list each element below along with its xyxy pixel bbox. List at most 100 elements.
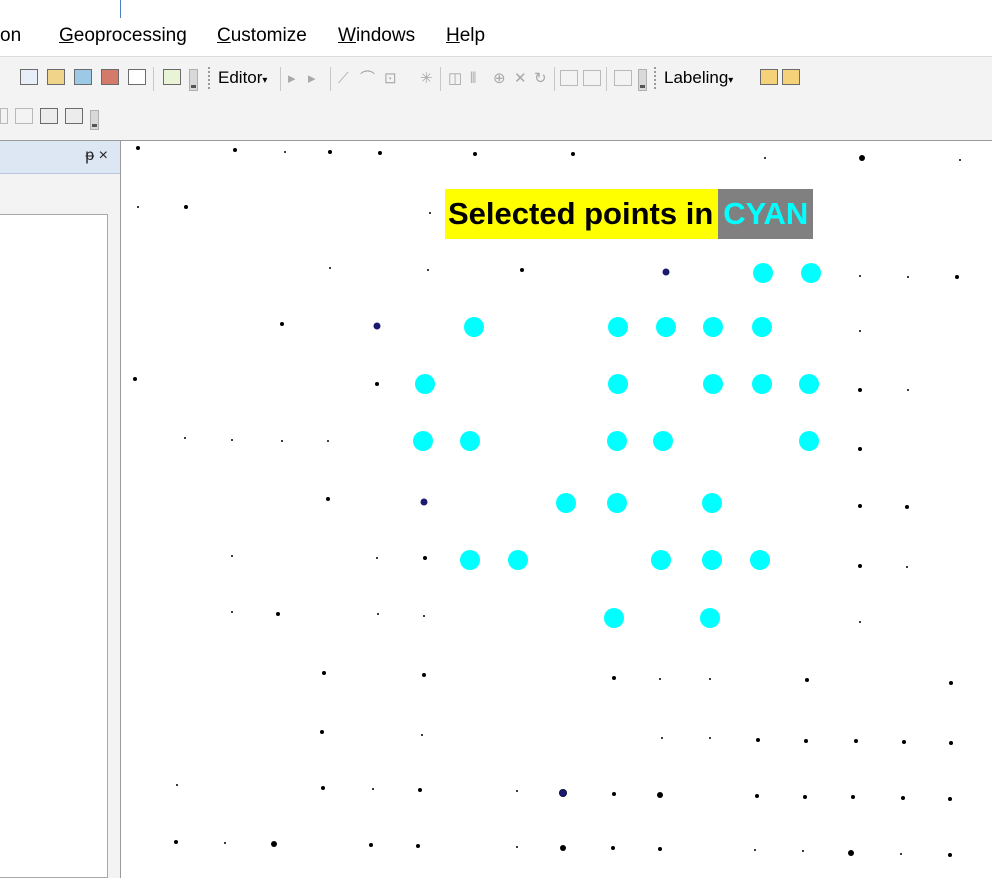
map-point[interactable] (859, 621, 861, 623)
map-point[interactable] (612, 792, 616, 796)
map-point[interactable] (959, 159, 961, 161)
map-point[interactable] (848, 850, 854, 856)
map-point[interactable] (802, 850, 804, 852)
selected-map-point[interactable] (703, 317, 723, 337)
map-point[interactable] (859, 155, 865, 161)
map-point[interactable] (369, 843, 373, 847)
map-point[interactable] (421, 734, 423, 736)
map-point[interactable] (906, 566, 908, 568)
map-point[interactable] (900, 853, 902, 855)
map-point[interactable] (429, 212, 431, 214)
map-point[interactable] (949, 681, 953, 685)
map-point[interactable] (803, 795, 807, 799)
map-point[interactable] (657, 792, 663, 798)
create-features-icon[interactable] (614, 70, 632, 86)
map-view[interactable]: Selected points in CYAN (121, 141, 992, 878)
toolbar-options-grip[interactable] (638, 69, 647, 91)
map-point[interactable] (321, 786, 325, 790)
selected-map-point[interactable] (656, 317, 676, 337)
selected-map-point[interactable] (508, 550, 528, 570)
selected-map-point[interactable] (607, 493, 627, 513)
map-point[interactable] (858, 564, 862, 568)
map-point[interactable] (326, 497, 330, 501)
selected-map-point[interactable] (608, 374, 628, 394)
selected-map-point[interactable] (752, 374, 772, 394)
map-point[interactable] (327, 440, 329, 442)
map-point[interactable] (231, 439, 233, 441)
reshape-feature-icon[interactable]: ⫴ (470, 71, 476, 87)
selected-map-point[interactable] (464, 317, 484, 337)
map-point[interactable] (133, 377, 137, 381)
map-point[interactable] (231, 611, 233, 613)
python-window-icon[interactable] (128, 69, 146, 85)
pin-icon[interactable]: ᵽ (85, 147, 94, 164)
selected-map-point[interactable] (607, 431, 627, 451)
map-point[interactable] (858, 447, 862, 451)
map-point[interactable] (423, 615, 425, 617)
map-point[interactable] (709, 737, 711, 739)
map-point[interactable] (851, 795, 855, 799)
map-point[interactable] (378, 151, 382, 155)
map-point[interactable] (418, 788, 422, 792)
map-point[interactable] (280, 322, 284, 326)
menu-item-geoprocessing[interactable]: Geoprocessing (59, 25, 187, 47)
selected-map-point[interactable] (413, 431, 433, 451)
map-point[interactable] (764, 157, 766, 159)
print-icon[interactable] (40, 108, 58, 124)
page-setup-icon[interactable] (65, 108, 83, 124)
map-point[interactable] (560, 845, 566, 851)
map-point[interactable] (755, 794, 759, 798)
cut-polygons-icon[interactable]: ⊕ (493, 71, 506, 87)
map-point[interactable] (271, 841, 277, 847)
map-point[interactable] (422, 673, 426, 677)
map-point[interactable] (473, 152, 477, 156)
edit-tool-icon[interactable]: ▸ (288, 71, 296, 87)
map-point[interactable] (658, 847, 662, 851)
selected-map-point[interactable] (604, 608, 624, 628)
map-point[interactable] (907, 389, 909, 391)
map-point-highlighted[interactable] (373, 322, 381, 330)
map-point[interactable] (804, 739, 808, 743)
map-point[interactable] (281, 440, 283, 442)
selected-map-point[interactable] (702, 550, 722, 570)
straight-segment-icon[interactable]: ⟋ (338, 71, 349, 87)
endpoint-arc-icon[interactable]: ⌒ (360, 71, 375, 87)
search-window-icon[interactable] (74, 69, 92, 85)
split-tool-icon[interactable]: ✕ (514, 71, 527, 87)
map-point[interactable] (858, 504, 862, 508)
selected-map-point[interactable] (556, 493, 576, 513)
point-icon[interactable]: ✳ (420, 71, 433, 87)
map-point[interactable] (611, 846, 615, 850)
rotate-tool-icon[interactable]: ↻ (534, 71, 547, 87)
map-point[interactable] (948, 797, 952, 801)
toolbar-drag-handle[interactable] (654, 67, 658, 89)
selected-map-point[interactable] (799, 431, 819, 451)
map-point[interactable] (416, 844, 420, 848)
map-point[interactable] (427, 269, 429, 271)
selected-map-point[interactable] (460, 550, 480, 570)
menu-item-help[interactable]: Help (446, 25, 485, 47)
map-point[interactable] (376, 557, 378, 559)
map-point[interactable] (276, 612, 280, 616)
map-point[interactable] (520, 268, 524, 272)
map-point[interactable] (375, 382, 379, 386)
map-point[interactable] (184, 205, 188, 209)
map-point[interactable] (136, 146, 140, 150)
selected-map-point[interactable] (415, 374, 435, 394)
map-point[interactable] (858, 388, 862, 392)
map-point[interactable] (322, 671, 326, 675)
editor-menu-button[interactable]: Editor▾ (218, 68, 267, 88)
edit-annotation-icon[interactable]: ▸ (308, 71, 316, 87)
map-point[interactable] (377, 613, 379, 615)
selected-map-point[interactable] (700, 608, 720, 628)
map-point[interactable] (284, 151, 286, 153)
selected-map-point[interactable] (799, 374, 819, 394)
map-point[interactable] (516, 846, 518, 848)
map-point-highlighted[interactable] (559, 789, 567, 797)
map-point[interactable] (854, 739, 858, 743)
selected-map-point[interactable] (752, 317, 772, 337)
selected-map-point[interactable] (801, 263, 821, 283)
map-point[interactable] (174, 840, 178, 844)
modelbuilder-icon[interactable] (163, 69, 181, 85)
selected-map-point[interactable] (750, 550, 770, 570)
